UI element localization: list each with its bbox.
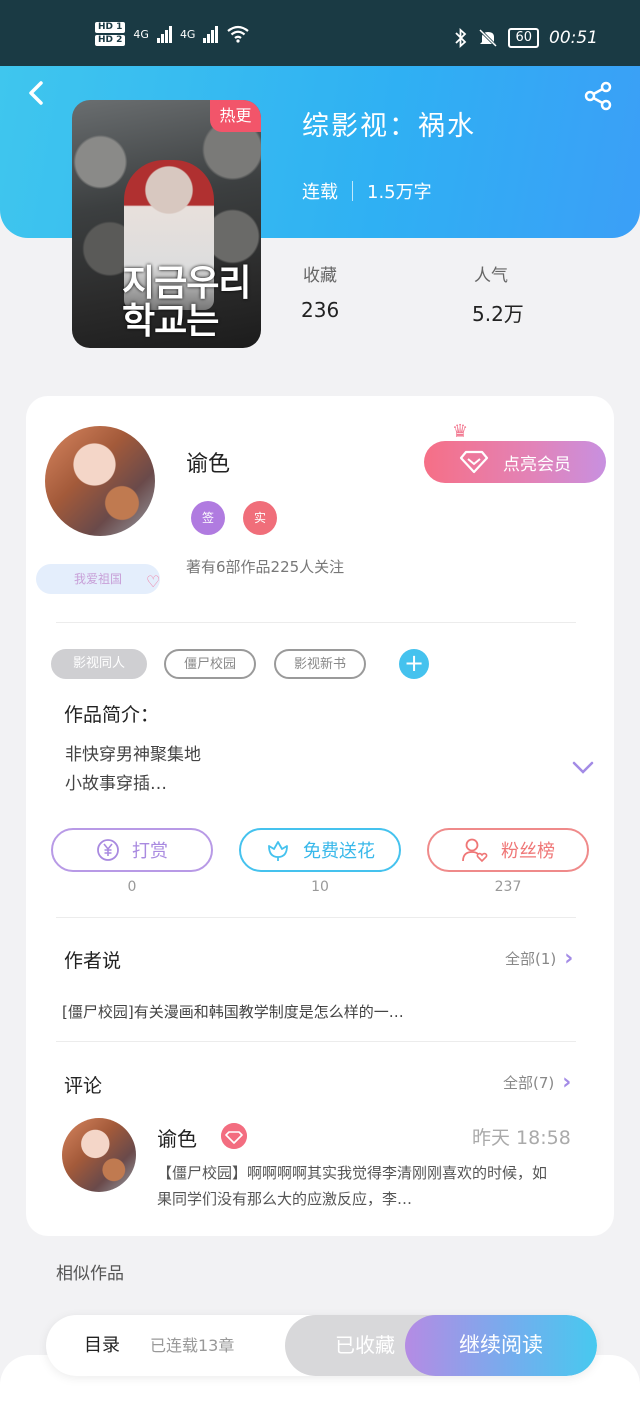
comments-title: 评论 [64, 1075, 103, 1097]
add-tag-button[interactable]: + [399, 649, 429, 679]
chevron-down-icon[interactable] [571, 760, 595, 776]
book-meta: 连载 1.5万字 [302, 178, 432, 204]
tag-2[interactable]: 僵尸校园 [164, 649, 256, 679]
vip-diamond-icon [221, 1123, 247, 1149]
signal-icon-2 [203, 25, 219, 43]
yen-coin-icon [97, 839, 119, 861]
verified-badge: 实 [243, 501, 277, 535]
free-flower-button[interactable]: 免费送花 [239, 828, 401, 872]
author-stats: 著有6部作品225人关注 [186, 558, 345, 576]
wifi-icon [227, 25, 250, 43]
intro-text: 非快穿男神聚集地 小故事穿插… [65, 741, 201, 799]
bottom-action-bar: 目录 已连载13章 已收藏 继续阅读 [46, 1315, 597, 1376]
similar-works-title: 相似作品 [56, 1264, 124, 1284]
author-tag: 我爱祖国 [36, 564, 160, 594]
cover-title-line1: 지금우리 [122, 263, 251, 304]
status-left: HD 1 HD 2 4G 4G [95, 22, 250, 46]
chapter-count: 已连载13章 [150, 1336, 235, 1355]
meta-separator [352, 181, 353, 201]
fans-count: 237 [494, 879, 522, 895]
continue-reading-button[interactable]: 继续阅读 [405, 1315, 597, 1376]
reward-label: 打赏 [132, 841, 168, 862]
crown-icon: ♛ [452, 421, 469, 442]
comment-text[interactable]: 【僵尸校园】啊啊啊啊其实我觉得李清刚刚喜欢的时候，如果同学们没有那么大的应激反应… [157, 1160, 557, 1212]
author-avatar[interactable] [45, 426, 155, 536]
divider [56, 622, 576, 623]
chevron-right-icon: › [562, 1070, 572, 1095]
book-status: 连载 [302, 182, 338, 203]
heart-icon: ♡ [146, 572, 161, 591]
flower-icon [268, 841, 288, 861]
word-count: 1.5万字 [367, 182, 432, 203]
comments-all-label: 全部(7) [503, 1074, 555, 1092]
mute-bell-icon [479, 28, 498, 48]
status-right: 60 00:51 [454, 28, 598, 48]
share-icon[interactable] [582, 80, 614, 112]
popularity-value: 5.2万 [472, 302, 524, 326]
chevron-right-icon: › [564, 946, 574, 971]
author-says-all-label: 全部(1) [505, 950, 557, 968]
network-type-1: 4G [133, 27, 149, 41]
tag-3[interactable]: 影视新书 [274, 649, 366, 679]
free-flower-label: 免费送花 [303, 841, 375, 862]
back-icon[interactable] [24, 80, 50, 106]
vip-button-label: 点亮会员 [503, 454, 571, 475]
toc-button[interactable]: 目录 [84, 1315, 120, 1376]
vip-button[interactable]: 点亮会员 [424, 441, 606, 483]
popularity-label: 人气 [474, 266, 508, 286]
hd2-badge: HD 2 [95, 35, 126, 46]
commenter-name[interactable]: 谕色 [157, 1123, 197, 1152]
collect-label: 收藏 [303, 266, 337, 286]
intro-line-2: 小故事穿插… [65, 774, 167, 794]
hot-badge: 热更 [210, 100, 261, 132]
bluetooth-icon [455, 28, 467, 48]
divider [56, 917, 576, 918]
author-name[interactable]: 谕色 [186, 446, 230, 478]
intro-line-1: 非快穿男神聚集地 [65, 745, 201, 765]
fans-ranking-label: 粉丝榜 [501, 841, 555, 862]
comment-time: 昨天 18:58 [472, 1127, 571, 1149]
diamond-icon [459, 450, 489, 474]
signal-icon [156, 25, 172, 43]
tag-1[interactable]: 影视同人 [51, 649, 147, 679]
reward-count: 0 [127, 879, 137, 895]
hd-indicators: HD 1 HD 2 [95, 22, 126, 46]
cover-title: 지금우리 학교는 [122, 263, 251, 342]
author-says-all-link[interactable]: 全部(1) › [505, 946, 573, 971]
commenter-avatar[interactable] [62, 1118, 136, 1192]
reward-button[interactable]: 打赏 [51, 828, 213, 872]
comments-all-link[interactable]: 全部(7) › [503, 1070, 571, 1095]
cover-title-line2: 학교는 [122, 301, 219, 342]
network-type-2: 4G [179, 27, 196, 41]
status-bar: HD 1 HD 2 4G 4G 60 00:51 [0, 0, 640, 66]
book-cover[interactable]: 지금우리 학교는 [72, 100, 261, 348]
collect-value: 236 [301, 298, 340, 322]
hd1-badge: HD 1 [95, 22, 126, 33]
flower-count: 10 [311, 879, 329, 895]
author-says-content[interactable]: [僵尸校园]有关漫画和韩国教学制度是怎么样的一… [62, 1001, 404, 1022]
clock: 00:51 [549, 28, 598, 48]
book-title: 综影视：祸水 [302, 111, 476, 142]
fans-ranking-button[interactable]: 粉丝榜 [427, 828, 589, 872]
intro-label: 作品简介： [64, 704, 160, 726]
divider [56, 1041, 576, 1042]
author-says-title: 作者说 [64, 950, 122, 972]
signed-badge: 签 [191, 501, 225, 535]
battery-indicator: 60 [508, 28, 539, 48]
user-heart-icon [462, 838, 488, 863]
